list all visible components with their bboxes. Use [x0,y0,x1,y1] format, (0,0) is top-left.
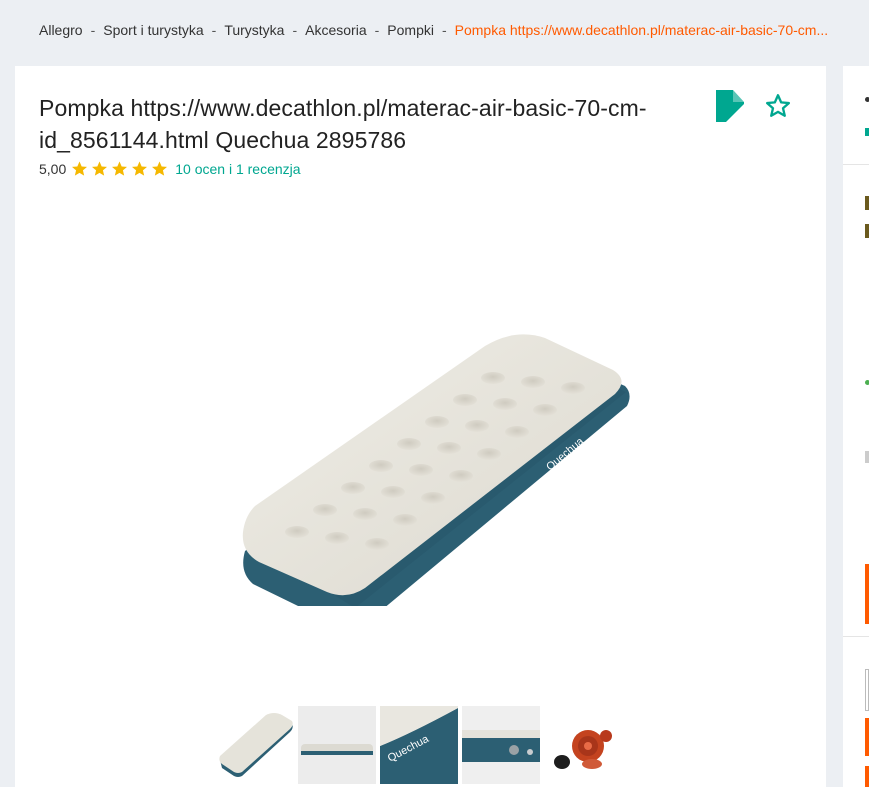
thumbnail-mattress-valve-closeup[interactable] [462,706,540,784]
breadcrumb-current[interactable]: Pompka https://www.decathlon.pl/materac-… [455,22,828,38]
panel-mark [865,196,869,210]
breadcrumb-separator: - [441,22,447,38]
panel-accent-mark [865,128,869,136]
breadcrumb-separator: - [374,22,380,38]
star-filled-icon [72,161,88,176]
panel-buy-now-button[interactable] [865,766,869,787]
panel-divider [843,164,869,165]
thumbnail-strip: Quechua [216,706,622,784]
purchase-panel [843,66,869,787]
star-filled-icon [152,161,168,176]
star-filled-icon [92,161,108,176]
product-card: Pompka https://www.decathlon.pl/materac-… [15,66,826,787]
breadcrumb-item-akcesoria[interactable]: Akcesoria [305,22,366,38]
thumbnail-pump-accessory[interactable] [544,706,622,784]
panel-option-box[interactable] [865,564,869,624]
product-title: Pompka https://www.decathlon.pl/materac-… [39,95,647,153]
panel-divider [843,636,869,637]
panel-status-dot [865,380,869,385]
breadcrumb: Allegro - Sport i turystyka - Turystyka - Akce… [39,22,828,38]
breadcrumb-separator: - [90,22,96,38]
thumbnail-mattress-logo-closeup[interactable]: Quechua [380,706,458,784]
thumbnail-mattress-side-view[interactable] [298,706,376,784]
product-main-image[interactable]: Quechua [215,286,635,606]
panel-dot [865,97,869,102]
breadcrumb-item-turystyka[interactable]: Turystyka [224,22,284,38]
panel-quantity-box[interactable] [865,669,869,711]
star-outline-icon[interactable] [764,92,792,120]
star-filled-icon [132,161,148,176]
breadcrumb-item-allegro[interactable]: Allegro [39,22,83,38]
breadcrumb-separator: - [211,22,217,38]
panel-mark [865,451,869,463]
brand-badge-icon[interactable] [716,90,744,122]
product-rating: 5,00 10 ocen i 1 recenzja [39,160,301,178]
rating-value: 5,00 [39,161,67,177]
panel-add-to-cart-button[interactable] [865,718,869,756]
panel-mark [865,224,869,238]
ratings-reviews-link[interactable]: 10 ocen i 1 recenzja [175,161,300,177]
thumbnail-mattress-top-view[interactable] [216,706,294,784]
star-filled-icon [112,161,128,176]
breadcrumb-item-sport[interactable]: Sport i turystyka [103,22,203,38]
breadcrumb-item-pompki[interactable]: Pompki [387,22,434,38]
rating-stars [70,160,169,178]
breadcrumb-separator: - [292,22,298,38]
